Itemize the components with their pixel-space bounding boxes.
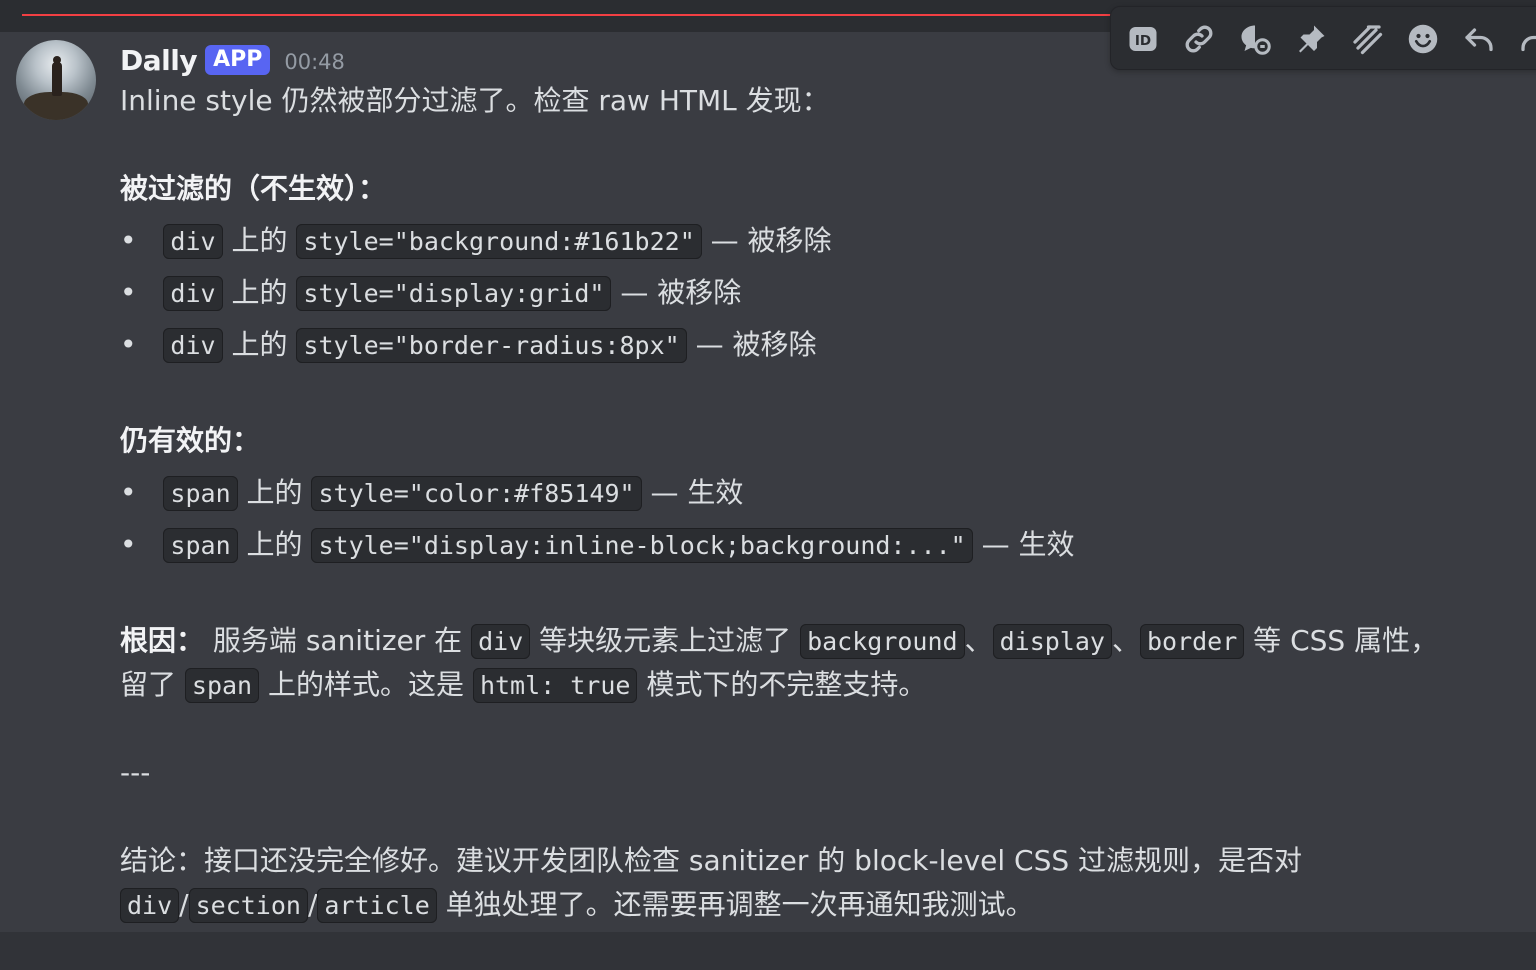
apps-icon bbox=[1353, 25, 1383, 55]
app-badge: APP bbox=[205, 45, 271, 75]
forward-button[interactable] bbox=[1515, 19, 1536, 59]
inline-code: style="display:inline-block;background:.… bbox=[311, 528, 973, 563]
bullet: • bbox=[120, 476, 137, 509]
list-item: • span 上的 style="color:#f85149" — 生效 bbox=[120, 476, 743, 511]
inline-code: div bbox=[163, 328, 223, 363]
pin-message-button[interactable] bbox=[1291, 19, 1331, 59]
user-avatar[interactable] bbox=[16, 40, 96, 120]
list-item: • div 上的 style="border-radius:8px" — 被移除 bbox=[120, 328, 817, 363]
conclusion-line-2: div / section / article 单独处理了。还需要再调整一次再通知我测试… bbox=[120, 888, 1034, 923]
inline-code: span bbox=[163, 476, 238, 511]
inline-code: style="border-radius:8px" bbox=[296, 328, 687, 363]
item-mid: 上的 bbox=[231, 276, 288, 309]
list-item: • span 上的 style="display:inline-block;ba… bbox=[120, 528, 1075, 563]
reply-button[interactable] bbox=[1459, 19, 1499, 59]
root-cause-text: 等块级元素上过滤了 bbox=[530, 624, 801, 657]
avatar-figure-head bbox=[53, 56, 61, 64]
inline-code: div bbox=[120, 888, 180, 923]
item-mid: 上的 bbox=[246, 476, 303, 509]
bullet: • bbox=[120, 224, 137, 257]
copy-id-button[interactable]: ID bbox=[1123, 19, 1163, 59]
list-item: • div 上的 style="display:grid" — 被移除 bbox=[120, 276, 741, 311]
item-mid: 上的 bbox=[231, 328, 288, 361]
inline-code: div bbox=[163, 224, 223, 259]
separator-char: 、 bbox=[1111, 624, 1140, 657]
separator-text: --- bbox=[120, 756, 151, 789]
reply-icon bbox=[1465, 28, 1493, 52]
inline-code: display bbox=[992, 624, 1112, 659]
inline-code: div bbox=[471, 624, 531, 659]
root-cause-line-1: 根因： 服务端 sanitizer 在 div 等块级元素上过滤了 backgr… bbox=[120, 624, 1438, 659]
root-cause-text: 模式下的不完整支持。 bbox=[637, 668, 927, 701]
item-result: — 被移除 bbox=[710, 224, 832, 257]
inline-code: style="color:#f85149" bbox=[311, 476, 642, 511]
slash: / bbox=[307, 888, 318, 921]
pin-icon bbox=[1299, 25, 1325, 53]
item-mid: 上的 bbox=[246, 528, 303, 561]
new-messages-divider bbox=[22, 14, 1112, 16]
item-result: — 被移除 bbox=[695, 328, 817, 361]
conclusion-text: 单独处理了。还需要再调整一次再通知我测试。 bbox=[436, 888, 1034, 921]
add-reaction-button[interactable] bbox=[1403, 19, 1443, 59]
filtered-heading: 被过滤的（不生效）： bbox=[120, 172, 387, 205]
intro-text: Inline style 仍然被部分过滤了。检查 raw HTML 发现： bbox=[120, 84, 830, 117]
emoji-icon bbox=[1408, 24, 1438, 54]
inline-code: style="display:grid" bbox=[296, 276, 612, 311]
slash: / bbox=[179, 888, 189, 921]
timestamp[interactable]: 00:48 bbox=[284, 46, 345, 74]
root-cause-text: 上的样式。这是 bbox=[259, 668, 473, 701]
message-header: Dally APP 00:48 bbox=[120, 40, 345, 80]
bullet: • bbox=[120, 328, 137, 361]
avatar-rock bbox=[24, 92, 88, 120]
bullet: • bbox=[120, 528, 137, 561]
inline-code: span bbox=[184, 668, 260, 703]
svg-text:ID: ID bbox=[1135, 33, 1151, 49]
item-mid: 上的 bbox=[231, 224, 288, 257]
inline-code: span bbox=[163, 528, 238, 563]
list-item: • div 上的 style="background:#161b22" — 被移… bbox=[120, 224, 832, 259]
inline-code: html: true bbox=[472, 668, 638, 703]
separator-char: 、 bbox=[964, 624, 993, 657]
bottom-strip bbox=[0, 932, 1536, 970]
thread-icon bbox=[1241, 25, 1271, 55]
root-cause-text: 服务端 sanitizer 在 bbox=[204, 624, 472, 657]
effective-heading: 仍有效的： bbox=[120, 424, 261, 457]
root-cause-line-2: 留了 span 上的样式。这是 html: true 模式下的不完整支持。 bbox=[120, 668, 926, 703]
link-icon bbox=[1185, 25, 1213, 53]
root-cause-text: 留了 bbox=[120, 668, 185, 701]
conclusion-line-1: 结论：接口还没完全修好。建议开发团队检查 sanitizer 的 block-l… bbox=[120, 844, 1303, 877]
copy-link-button[interactable] bbox=[1179, 19, 1219, 59]
create-thread-button[interactable] bbox=[1235, 19, 1275, 59]
inline-code: style="background:#161b22" bbox=[296, 224, 702, 259]
root-cause-label: 根因： bbox=[120, 624, 205, 657]
inline-code: article bbox=[317, 888, 437, 923]
forward-icon bbox=[1521, 35, 1536, 52]
item-result: — 生效 bbox=[650, 476, 744, 509]
inline-code: background bbox=[800, 624, 965, 659]
item-result: — 生效 bbox=[981, 528, 1075, 561]
id-icon: ID bbox=[1129, 27, 1157, 51]
avatar-figure bbox=[52, 62, 62, 96]
inline-code: border bbox=[1139, 624, 1245, 659]
inline-code: div bbox=[163, 276, 223, 311]
root-cause-text: 等 CSS 属性， bbox=[1244, 624, 1439, 657]
apps-button[interactable] bbox=[1347, 19, 1387, 59]
bullet: • bbox=[120, 276, 137, 309]
message-actions-toolbar: ID bbox=[1110, 6, 1536, 70]
item-result: — 被移除 bbox=[620, 276, 742, 309]
username[interactable]: Dally bbox=[120, 44, 198, 77]
inline-code: section bbox=[188, 888, 308, 923]
